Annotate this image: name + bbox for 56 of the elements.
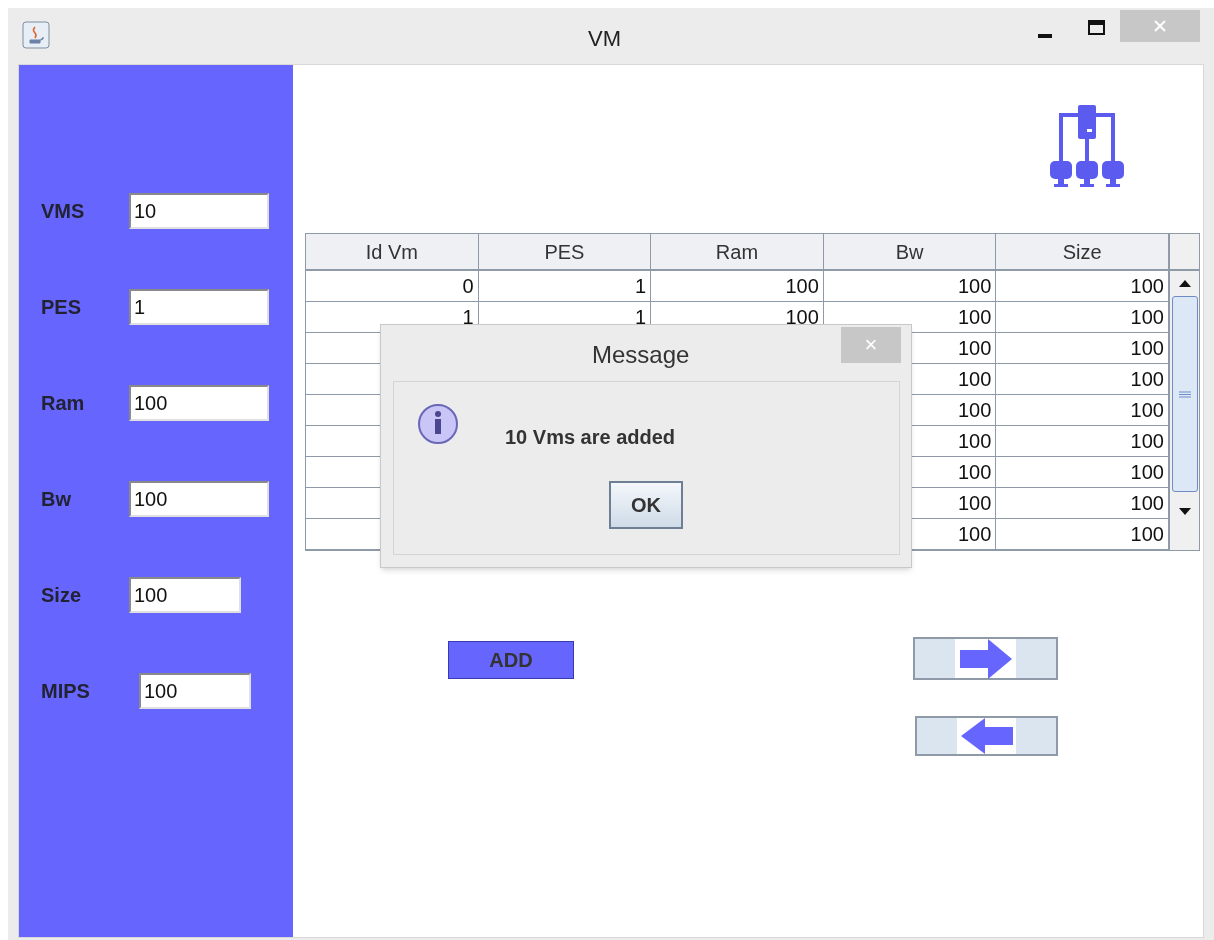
field-label: Ram	[41, 391, 86, 416]
maximize-icon[interactable]	[1088, 20, 1105, 35]
table-cell-text: 100	[785, 274, 819, 299]
table-cell-text: 100	[1130, 274, 1164, 299]
scroll-down-icon[interactable]	[1178, 508, 1191, 515]
table-cell-text: 100	[1130, 460, 1164, 485]
table-cell-text: 1	[635, 274, 647, 299]
input-field[interactable]: 100	[129, 481, 269, 517]
table-cell-text: 100	[1130, 522, 1164, 547]
dialog-message: 10 Vms are added	[505, 425, 676, 450]
table-cell-text: 100	[958, 522, 992, 547]
table-cell-text: 100	[958, 367, 992, 392]
field-label: PES	[41, 295, 83, 320]
table-cell-text: 0	[462, 274, 474, 299]
window-title: VM	[588, 25, 621, 53]
dialog-title: Message	[592, 340, 690, 370]
input-field[interactable]: 100	[129, 385, 269, 421]
table-cell-text: 100	[958, 398, 992, 423]
input-field[interactable]: 100	[129, 577, 241, 613]
field-label: MIPS	[41, 679, 91, 704]
back-button[interactable]	[915, 716, 1058, 756]
field-label: Bw	[41, 487, 72, 512]
table-cell-text: 100	[1130, 429, 1164, 454]
table-cell-text: 100	[958, 460, 992, 485]
input-field[interactable]: 10	[129, 193, 269, 229]
input-field[interactable]: 100	[139, 673, 251, 709]
field-label: Size	[41, 583, 83, 608]
close-icon	[1154, 20, 1166, 32]
grip-icon	[1178, 390, 1191, 398]
table-cell-text: 100	[1130, 336, 1164, 361]
ok-button[interactable]: OK	[609, 481, 683, 529]
column-header[interactable]: Id Vm	[306, 234, 479, 269]
table-cell-text: 100	[958, 305, 992, 330]
table-cell-text: 100	[1130, 305, 1164, 330]
field-label: VMS	[41, 199, 86, 224]
info-icon	[416, 402, 460, 446]
input-field[interactable]: 1	[129, 289, 269, 325]
column-header[interactable]: Bw	[823, 234, 997, 269]
table-cell-text: 100	[958, 491, 992, 516]
coffee-cup-icon	[22, 21, 50, 49]
table-cell-text: 1	[635, 305, 647, 330]
scroll-thumb[interactable]	[1171, 296, 1198, 492]
column-header[interactable]: Size	[996, 234, 1169, 269]
column-header[interactable]: PES	[478, 234, 652, 269]
table-cell-text: 1	[462, 305, 474, 330]
table-cell-text: 100	[958, 336, 992, 361]
scroll-up-icon[interactable]	[1178, 280, 1191, 287]
table-cell-text: 100	[1130, 398, 1164, 423]
table-cell-text: 100	[958, 429, 992, 454]
table-cell-text: 100	[785, 305, 819, 330]
column-header[interactable]: Ram	[651, 234, 824, 269]
table-cell-text: 100	[1130, 491, 1164, 516]
table-cell-text: 100	[958, 274, 992, 299]
table-cell-text: 100	[1130, 367, 1164, 392]
right-arrow-icon	[957, 638, 1014, 679]
next-button[interactable]	[913, 637, 1058, 680]
